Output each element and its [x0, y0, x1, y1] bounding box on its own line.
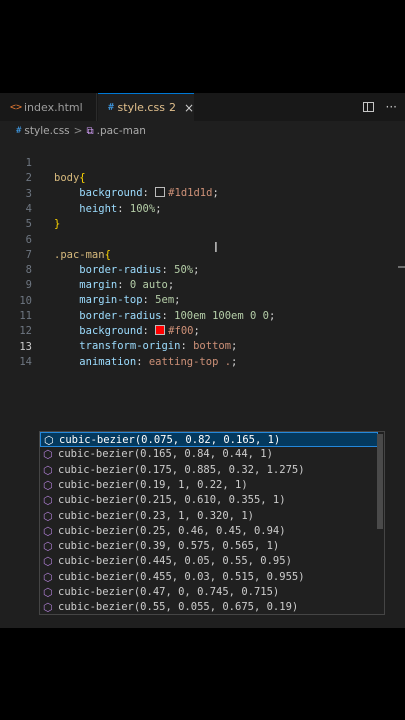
suggestion-item[interactable]: ⬡ cubic-bezier(0.47, 0, 0.745, 0.715) [40, 585, 378, 600]
code-line: 5 [0, 202, 405, 230]
value-icon: ⬡ [43, 494, 53, 508]
suggestion-item[interactable]: ⬡ cubic-bezier(0.23, 1, 0.320, 1) [40, 509, 378, 524]
code-line: 4 } [0, 187, 405, 230]
tab-index-html[interactable]: <> index.html [0, 93, 97, 121]
code-line: 1 body{ [0, 141, 405, 184]
code-line: 2 background: #1d1d1d; [0, 156, 405, 199]
code-line-active: 13 animation: eatting-top .; [0, 325, 405, 368]
split-editor-icon[interactable] [362, 102, 374, 112]
suggestion-item-selected[interactable]: ⬡ cubic-bezier(0.075, 0.82, 0.165, 1) [40, 432, 378, 448]
suggestion-item[interactable]: ⬡ cubic-bezier(0.19, 1, 0.22, 1) [40, 478, 378, 493]
breadcrumb: # style.css > ⧉ .pac-man [0, 121, 405, 141]
css-property: animation [79, 355, 137, 368]
close-icon[interactable]: × [184, 101, 194, 115]
value-icon: ⬡ [43, 478, 53, 492]
value-icon: ⬡ [43, 463, 53, 477]
editor-window: <> index.html # style.css 2 × ··· # styl… [0, 93, 405, 628]
tab-label: index.html [24, 100, 83, 114]
suggestion-item[interactable]: ⬡ cubic-bezier(0.39, 0.575, 0.565, 1) [40, 539, 378, 554]
value-icon: ⬡ [43, 448, 53, 462]
value-icon: ⬡ [43, 555, 53, 569]
code-line: 8 margin: 0 auto; [0, 248, 405, 291]
code-line: 6 .pac-man{ [0, 218, 405, 261]
tab-style-css[interactable]: # style.css 2 × [98, 93, 194, 121]
css-file-icon: # [16, 126, 22, 136]
code-line: 11 background: #f00; [0, 294, 405, 337]
editor-scrollbar[interactable] [398, 143, 405, 623]
suggestion-item[interactable]: ⬡ cubic-bezier(0.445, 0.05, 0.55, 0.95) [40, 554, 378, 569]
code-line: 9 margin-top: 5em; [0, 263, 405, 306]
html-file-icon: <> [10, 101, 23, 113]
breadcrumb-file[interactable]: style.css [24, 125, 69, 137]
suggestion-item[interactable]: ⬡ cubic-bezier(0.165, 0.84, 0.44, 1) [40, 447, 378, 462]
suggestion-scrollbar[interactable] [377, 434, 383, 529]
scrollbar-marker [398, 266, 405, 268]
value-icon: ⬡ [44, 434, 54, 447]
code-line: 12 transform-origin: bottom; [0, 309, 405, 352]
suggestion-widget[interactable]: ⬡ cubic-bezier(0.075, 0.82, 0.165, 1) ⬡ cu… [39, 431, 385, 615]
code-line: 7 border-radius: 50%; [0, 233, 405, 276]
value-icon: ⬡ [43, 524, 53, 538]
code-line: 10 border-radius: 100em 100em 0 0; [0, 279, 405, 322]
editor-actions: ··· [362, 93, 397, 121]
code-line: 14 [0, 340, 405, 368]
value-icon: ⬡ [43, 586, 53, 599]
suggestion-item[interactable]: ⬡ cubic-bezier(0.455, 0.03, 0.515, 0.955) [40, 570, 378, 585]
value-icon: ⬡ [43, 601, 53, 615]
suggestion-item[interactable]: ⬡ cubic-bezier(0.25, 0.46, 0.45, 0.94) [40, 524, 378, 539]
suggestion-item[interactable]: ⬡ cubic-bezier(0.55, 0.055, 0.675, 0.19) [40, 600, 378, 615]
suggestion-item[interactable]: ⬡ cubic-bezier(0.215, 0.610, 0.355, 1) [40, 493, 378, 508]
selector-icon: ⧉ [86, 125, 94, 137]
suggestion-item[interactable]: ⬡ cubic-bezier(0.175, 0.885, 0.32, 1.275) [40, 463, 378, 478]
breadcrumb-separator: > [73, 125, 83, 137]
tab-bar: <> index.html # style.css 2 × ··· [0, 93, 405, 121]
code-line: 3 height: 100%; [0, 172, 405, 215]
more-actions-icon[interactable]: ··· [386, 100, 397, 114]
text-cursor-icon: I [214, 241, 218, 256]
breadcrumb-selector[interactable]: .pac-man [97, 125, 146, 137]
value-icon: ⬡ [43, 570, 53, 584]
tab-label: style.css [117, 101, 165, 114]
css-file-icon: # [108, 102, 115, 113]
value-icon: ⬡ [43, 540, 53, 554]
problems-badge: 2 [168, 101, 176, 114]
line-number: 14 [19, 355, 32, 368]
css-value: eatting-top . [148, 355, 232, 368]
value-icon: ⬡ [43, 509, 53, 523]
